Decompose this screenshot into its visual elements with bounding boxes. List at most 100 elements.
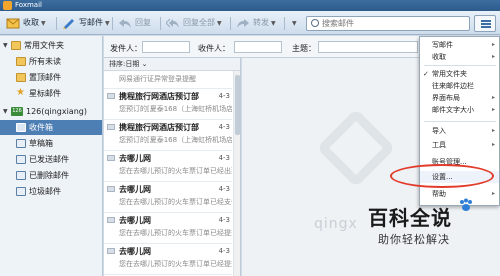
filter-sender-label: 发件人： (110, 44, 142, 53)
chevron-down-icon[interactable]: ▼ (217, 20, 222, 27)
list-item[interactable]: 去哪儿网 4-3 您在去哪儿预订的火车票订单已经支付成功 (104, 182, 232, 213)
sort-header[interactable]: 排序:日期 ⌄ (104, 58, 240, 71)
draft-icon (16, 139, 26, 148)
list-item[interactable]: 去哪儿网 4-3 您在去哪儿预订的火车票订单已经提交 (104, 244, 232, 275)
inbox-icon (16, 123, 26, 132)
chevron-right-icon: ▸ (491, 41, 495, 48)
main-menu-button[interactable] (474, 15, 496, 32)
toolbar: 收取 ▼ 写邮件 ▼ 回复 回复全部 ▼ 转发 ▼ ▼ (0, 11, 500, 35)
foxmail-watermark-icon (316, 108, 396, 188)
foxmail-logo-icon (3, 1, 12, 10)
sidebar-account[interactable]: ▼ 126 126(qingxiang) (0, 104, 102, 119)
watermark-title: 百科全说 (368, 206, 452, 230)
check-icon: ✓ (423, 70, 429, 78)
search-box[interactable] (306, 16, 470, 31)
sidebar-item-drafts[interactable]: 草稿箱 (0, 136, 102, 151)
sidebar-item-junk[interactable]: 垃圾邮件 (0, 184, 102, 199)
list-item[interactable]: 携程旅行网酒店预订部 4-3 您预订的[夏泰168（上海虹桥机场店）] (104, 120, 232, 151)
envelope-icon (107, 155, 115, 161)
filter-sender-input[interactable] (142, 41, 190, 53)
chevron-down-icon[interactable]: ▼ (3, 107, 9, 116)
chevron-right-icon: ▸ (491, 94, 495, 101)
toolbar-divider (112, 17, 113, 30)
chevron-down-icon: ▼ (292, 20, 297, 27)
preview-watermark-text: qingx (314, 216, 358, 232)
toolbar-divider (230, 17, 231, 30)
toolbar-divider (56, 17, 57, 30)
menu-item-tools[interactable]: 工具 ▸ (420, 139, 499, 151)
envelope-icon (107, 186, 115, 192)
list-item[interactable]: 去哪儿网 4-3 您在去哪儿预订的火车票订单已经出票 (104, 151, 232, 182)
forward-button[interactable]: 转发 ▼ (236, 16, 276, 30)
menu-item-layout[interactable]: 界面布局 ▸ (420, 92, 499, 104)
list-item[interactable]: 网易通行证异常登录提醒 (104, 71, 232, 89)
chevron-down-icon[interactable]: ▼ (41, 20, 46, 27)
envelope-icon (107, 124, 115, 130)
reply-all-icon (166, 18, 179, 28)
chevron-right-icon: ▸ (491, 190, 495, 197)
more-actions-button[interactable]: ▼ (290, 16, 297, 30)
reply-icon (119, 18, 131, 28)
pen-icon (63, 18, 74, 29)
chevron-down-icon[interactable]: ▼ (105, 20, 110, 27)
sidebar-item-all-unread[interactable]: 所有未读 (0, 54, 102, 69)
chevron-right-icon: ▸ (491, 141, 495, 148)
chevron-right-icon: ▸ (491, 53, 495, 60)
chevron-right-icon: ▸ (491, 127, 495, 134)
sidebar-item-deleted[interactable]: 已删除邮件 (0, 168, 102, 183)
chevron-down-icon: ⌄ (141, 60, 148, 68)
scrollbar-thumb[interactable] (235, 75, 240, 135)
watermark-subtitle: 助你轻松解决 (378, 233, 450, 246)
filter-recipient-label: 收件人： (198, 44, 230, 53)
sidebar-item-star-mail[interactable]: ★ 星标邮件 (0, 86, 102, 101)
trash-icon (16, 171, 26, 180)
menu-divider (424, 121, 496, 122)
folder-icon (11, 41, 21, 50)
list-item[interactable]: 去哪儿网 4-3 您在去哪儿预订的火车票订单已经提交 (104, 213, 232, 244)
envelope-icon (107, 248, 115, 254)
forward-icon (237, 18, 249, 28)
list-item[interactable]: 携程旅行网酒店预订部 4-3 您预订的[夏泰168（上海虹桥机场店）] (104, 89, 232, 120)
star-icon: ★ (16, 87, 25, 98)
search-input[interactable] (322, 18, 462, 29)
window-title: Foxmail (15, 1, 42, 9)
sidebar-item-sent[interactable]: 已发送邮件 (0, 152, 102, 167)
chevron-down-icon[interactable]: ▼ (271, 20, 276, 27)
envelope-icon (6, 18, 20, 28)
toolbar-divider (284, 17, 285, 30)
settings-highlight-ring (390, 164, 494, 188)
menu-item-common-folders[interactable]: ✓ 常用文件夹 (420, 68, 499, 80)
menu-item-compose[interactable]: 写邮件 ▸ (420, 39, 499, 51)
menu-item-receive[interactable]: 收取 ▸ (420, 51, 499, 63)
message-list: 排序:日期 ⌄ 网易通行证异常登录提醒 携程旅行网酒店预订部 4-3 您预订的[… (104, 58, 241, 276)
account-126-icon: 126 (11, 107, 23, 116)
chevron-down-icon[interactable]: ▼ (3, 41, 9, 50)
compose-button[interactable]: 写邮件 ▼ (62, 16, 110, 30)
menu-icon (481, 20, 491, 22)
toolbar-divider (160, 17, 161, 30)
menu-item-font-size[interactable]: 邮件文字大小 ▸ (420, 104, 499, 116)
reply-all-button[interactable]: 回复全部 ▼ (166, 16, 222, 30)
sidebar-item-starred[interactable]: 置顶邮件 (0, 70, 102, 85)
envelope-icon (107, 93, 115, 99)
filter-recipient-input[interactable] (234, 41, 282, 53)
sent-icon (16, 155, 26, 164)
menu-item-contact-sidebar[interactable]: 往来邮件边栏 (420, 80, 499, 92)
menu-divider (424, 65, 496, 66)
envelope-icon (107, 217, 115, 223)
menu-item-import[interactable]: 导入 ▸ (420, 125, 499, 137)
reply-button[interactable]: 回复 (118, 16, 151, 30)
title-bar: Foxmail (0, 0, 500, 11)
sidebar-group-common-folders[interactable]: ▼ 常用文件夹 (0, 38, 102, 53)
folder-sidebar: ▼ 常用文件夹 所有未读 置顶邮件 ★ 星标邮件 ▼ 126 126(qingx… (0, 36, 103, 276)
junk-icon (16, 187, 26, 196)
chevron-right-icon: ▸ (491, 106, 495, 113)
list-scrollbar[interactable] (233, 71, 240, 276)
baike-watermark: 百科全说 助你轻松解决 (360, 198, 500, 270)
filter-bar: 发件人： 收件人： 主题： (104, 36, 424, 58)
filter-subject-input[interactable] (318, 41, 418, 53)
sidebar-item-inbox[interactable]: 收件箱 (0, 120, 102, 135)
pin-folder-icon (16, 73, 26, 82)
search-icon (311, 19, 319, 27)
receive-button[interactable]: 收取 ▼ (6, 16, 46, 30)
